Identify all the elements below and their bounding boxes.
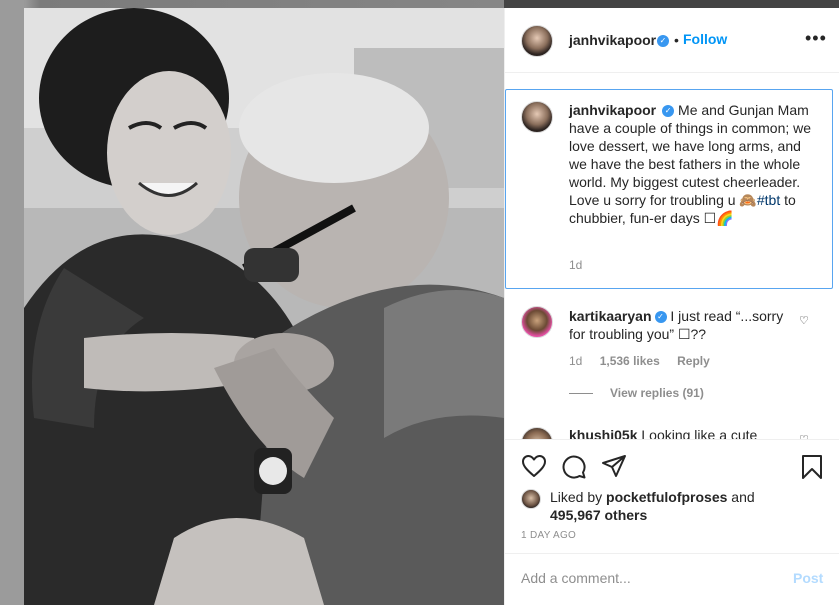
caption: janhvikapoor ✓ Me and Gunjan Mam have a c… (505, 89, 833, 289)
commenter-avatar[interactable] (521, 427, 553, 439)
liked-by-middle: and (727, 489, 755, 505)
commenter-avatar[interactable] (521, 306, 553, 338)
separator-dot: • (674, 32, 679, 48)
author-avatar[interactable] (521, 25, 553, 57)
backdrop-top-strip (504, 0, 839, 8)
replies-divider (569, 393, 593, 394)
caption-text: janhvikapoor ✓ Me and Gunjan Mam have a c… (569, 101, 821, 227)
commenter-username[interactable]: kartikaaryan (569, 308, 652, 324)
comment-text: kartikaaryan ✓ I just read “...sorry for … (569, 307, 794, 343)
liker-avatar[interactable] (521, 489, 541, 509)
photo-illustration (24, 8, 504, 605)
verified-badge-icon: ✓ (654, 311, 667, 324)
caption-username[interactable]: janhvikapoor (569, 102, 656, 118)
hashtag-link[interactable]: #tbt (757, 192, 780, 208)
reply-button[interactable]: Reply (677, 354, 710, 368)
likes-count[interactable]: 495,967 others (550, 507, 647, 523)
comment-input[interactable] (521, 566, 771, 590)
post-header: janhvikapoor ✓ • Follow ••• (505, 8, 839, 73)
liker-username[interactable]: pocketfulofproses (606, 489, 727, 505)
caption-avatar[interactable] (521, 101, 553, 133)
verified-badge-icon: ✓ (662, 105, 675, 118)
post-photo (24, 8, 504, 605)
backdrop-left-strip (0, 0, 24, 605)
add-comment-bar: Post (505, 553, 839, 605)
post-side-panel: janhvikapoor ✓ • Follow ••• janhvikapoor… (504, 8, 839, 605)
follow-button[interactable]: Follow (683, 31, 727, 47)
bookmark-icon[interactable] (801, 454, 823, 480)
author-username[interactable]: janhvikapoor (569, 32, 656, 48)
comment-body: Looking like a cute (641, 427, 758, 439)
heart-icon[interactable] (521, 454, 547, 478)
commenter-username[interactable]: khushi05k (569, 427, 637, 439)
post-comment-button[interactable]: Post (793, 570, 823, 586)
verified-badge-icon: ✓ (657, 35, 669, 47)
comment-text: khushi05k Looking like a cute (569, 427, 757, 439)
liked-by-text: Liked by pocketfulofproses and 495,967 ot… (550, 488, 839, 524)
view-replies-button[interactable]: View replies (91) (610, 386, 704, 400)
comment-meta: 1d 1,536 likes Reply (569, 354, 724, 368)
share-icon[interactable] (601, 454, 627, 478)
liked-by-prefix: Liked by (550, 489, 607, 505)
post-modal: janhvikapoor ✓ • Follow ••• janhvikapoor… (24, 8, 839, 605)
comment-icon[interactable] (561, 454, 587, 480)
post-timestamp[interactable]: 1 DAY AGO (521, 530, 576, 541)
comment-likes-count[interactable]: 1,536 likes (600, 354, 660, 368)
comment-time[interactable]: 1d (569, 354, 582, 368)
caption-time[interactable]: 1d (569, 258, 582, 272)
more-options-icon[interactable]: ••• (805, 28, 827, 49)
comment-like-heart-icon[interactable]: ♡ (799, 314, 809, 327)
comments-list[interactable]: janhvikapoor ✓ Me and Gunjan Mam have a c… (505, 72, 839, 439)
